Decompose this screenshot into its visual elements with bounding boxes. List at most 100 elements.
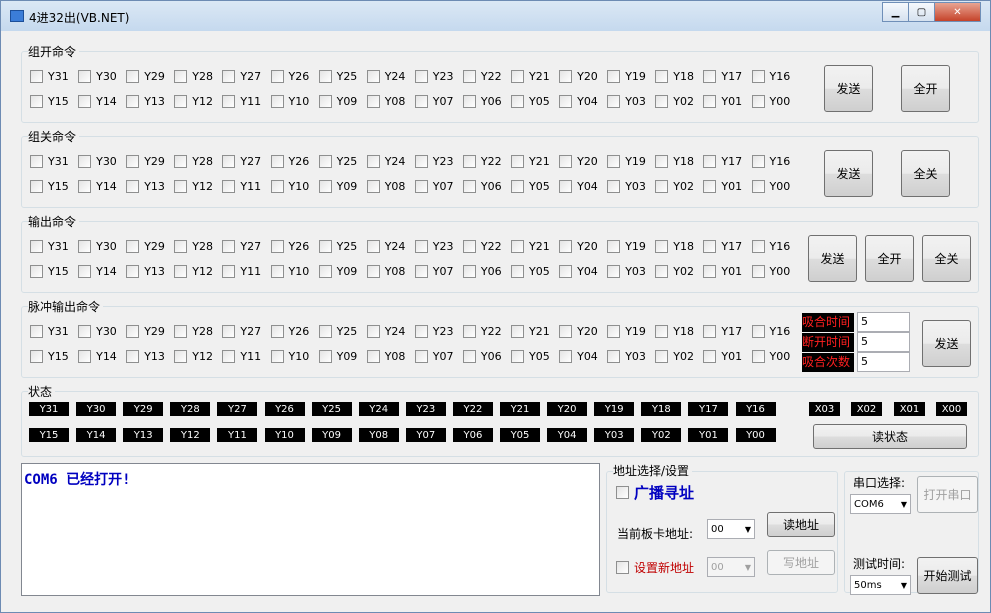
pulse-checkbox-y05[interactable]: Y05	[511, 349, 550, 363]
output-checkbox-y28[interactable]: Y28	[174, 239, 213, 253]
close-checkbox-y26[interactable]: Y26	[270, 154, 309, 168]
open-checkbox-y22[interactable]: Y22	[462, 69, 502, 83]
open-checkbox-y18[interactable]: Y18	[655, 69, 694, 83]
pulse-checkbox-y18[interactable]: Y18	[655, 324, 694, 338]
output-checkbox-y23[interactable]: Y23	[414, 239, 454, 253]
pulse-checkbox-y17[interactable]: Y17	[703, 324, 742, 338]
open-checkbox-y11[interactable]: Y11	[222, 94, 261, 108]
output-checkbox-y07[interactable]: Y07	[414, 264, 454, 278]
test-time-select[interactable]: 50ms ▼	[850, 575, 911, 595]
close-checkbox-y20[interactable]: Y20	[559, 154, 598, 168]
pulse-checkbox-y00[interactable]: Y00	[751, 349, 790, 363]
pulse-checkbox-y25[interactable]: Y25	[318, 324, 357, 338]
open-checkbox-y00[interactable]: Y00	[751, 94, 790, 108]
minimize-button[interactable]: ▁	[882, 2, 909, 22]
close-checkbox-y24[interactable]: Y24	[366, 154, 405, 168]
close-checkbox-y01[interactable]: Y01	[703, 179, 742, 193]
output-checkbox-y31[interactable]: Y31	[30, 239, 69, 253]
close-checkbox-y04[interactable]: Y04	[559, 179, 598, 193]
output-checkbox-y18[interactable]: Y18	[655, 239, 694, 253]
open-checkbox-y16[interactable]: Y16	[751, 69, 790, 83]
on-time-input[interactable]: 5	[857, 312, 910, 332]
output-checkbox-y15[interactable]: Y15	[30, 264, 69, 278]
pulse-checkbox-y12[interactable]: Y12	[174, 349, 213, 363]
pulse-checkbox-y10[interactable]: Y10	[270, 349, 309, 363]
open-checkbox-y08[interactable]: Y08	[366, 94, 405, 108]
close-checkbox-y31[interactable]: Y31	[30, 154, 69, 168]
output-checkbox-y14[interactable]: Y14	[78, 264, 117, 278]
pulse-checkbox-y13[interactable]: Y13	[126, 349, 165, 363]
open-checkbox-y23[interactable]: Y23	[414, 69, 454, 83]
open-checkbox-y28[interactable]: Y28	[174, 69, 213, 83]
maximize-button[interactable]: ▢	[908, 2, 935, 22]
start-test-button[interactable]: 开始测试	[917, 557, 978, 594]
serial-port-select[interactable]: COM6 ▼	[850, 494, 911, 514]
close-checkbox-y25[interactable]: Y25	[318, 154, 357, 168]
output-checkbox-y22[interactable]: Y22	[462, 239, 502, 253]
close-send-button[interactable]: 发送	[824, 150, 873, 197]
open-checkbox-y12[interactable]: Y12	[174, 94, 213, 108]
open-checkbox-y31[interactable]: Y31	[30, 69, 69, 83]
pulse-checkbox-y26[interactable]: Y26	[270, 324, 309, 338]
output-checkbox-y04[interactable]: Y04	[559, 264, 598, 278]
count-input[interactable]: 5	[857, 352, 910, 372]
output-checkbox-y19[interactable]: Y19	[607, 239, 646, 253]
pulse-checkbox-y30[interactable]: Y30	[78, 324, 117, 338]
close-checkbox-y30[interactable]: Y30	[78, 154, 117, 168]
close-checkbox-y16[interactable]: Y16	[751, 154, 790, 168]
pulse-checkbox-y09[interactable]: Y09	[318, 349, 357, 363]
open-checkbox-y09[interactable]: Y09	[318, 94, 357, 108]
open-checkbox-y26[interactable]: Y26	[270, 69, 309, 83]
pulse-checkbox-y22[interactable]: Y22	[462, 324, 502, 338]
open-checkbox-y02[interactable]: Y02	[655, 94, 694, 108]
output-all-off-button[interactable]: 全关	[922, 235, 971, 282]
open-checkbox-y10[interactable]: Y10	[270, 94, 309, 108]
close-checkbox-y21[interactable]: Y21	[511, 154, 550, 168]
pulse-checkbox-y11[interactable]: Y11	[222, 349, 261, 363]
output-checkbox-y05[interactable]: Y05	[511, 264, 550, 278]
close-checkbox-y29[interactable]: Y29	[126, 154, 165, 168]
output-checkbox-y24[interactable]: Y24	[366, 239, 405, 253]
open-checkbox-y13[interactable]: Y13	[126, 94, 165, 108]
output-checkbox-y02[interactable]: Y02	[655, 264, 694, 278]
close-checkbox-y05[interactable]: Y05	[511, 179, 550, 193]
pulse-checkbox-y07[interactable]: Y07	[414, 349, 454, 363]
close-checkbox-y07[interactable]: Y07	[414, 179, 454, 193]
open-checkbox-y30[interactable]: Y30	[78, 69, 117, 83]
pulse-checkbox-y03[interactable]: Y03	[607, 349, 646, 363]
pulse-checkbox-y16[interactable]: Y16	[751, 324, 790, 338]
close-checkbox-y06[interactable]: Y06	[462, 179, 502, 193]
open-checkbox-y19[interactable]: Y19	[607, 69, 646, 83]
output-checkbox-y01[interactable]: Y01	[703, 264, 742, 278]
close-checkbox-y17[interactable]: Y17	[703, 154, 742, 168]
open-checkbox-y01[interactable]: Y01	[703, 94, 742, 108]
open-checkbox-y17[interactable]: Y17	[703, 69, 742, 83]
open-checkbox-y21[interactable]: Y21	[511, 69, 550, 83]
open-checkbox-y03[interactable]: Y03	[607, 94, 646, 108]
close-checkbox-y13[interactable]: Y13	[126, 179, 165, 193]
output-checkbox-y08[interactable]: Y08	[366, 264, 405, 278]
output-checkbox-y20[interactable]: Y20	[559, 239, 598, 253]
close-button[interactable]: ✕	[934, 2, 981, 22]
close-all-button[interactable]: 全关	[901, 150, 950, 197]
open-checkbox-y14[interactable]: Y14	[78, 94, 117, 108]
output-checkbox-y17[interactable]: Y17	[703, 239, 742, 253]
close-checkbox-y14[interactable]: Y14	[78, 179, 117, 193]
output-checkbox-y25[interactable]: Y25	[318, 239, 357, 253]
close-checkbox-y09[interactable]: Y09	[318, 179, 357, 193]
pulse-checkbox-y15[interactable]: Y15	[30, 349, 69, 363]
close-checkbox-y28[interactable]: Y28	[174, 154, 213, 168]
open-checkbox-y24[interactable]: Y24	[366, 69, 405, 83]
new-address-select[interactable]: 00 ▼	[707, 557, 755, 577]
pulse-send-button[interactable]: 发送	[922, 320, 971, 367]
pulse-checkbox-y29[interactable]: Y29	[126, 324, 165, 338]
open-checkbox-y25[interactable]: Y25	[318, 69, 357, 83]
close-checkbox-y12[interactable]: Y12	[174, 179, 213, 193]
output-checkbox-y30[interactable]: Y30	[78, 239, 117, 253]
output-send-button[interactable]: 发送	[808, 235, 857, 282]
pulse-checkbox-y24[interactable]: Y24	[366, 324, 405, 338]
pulse-checkbox-y02[interactable]: Y02	[655, 349, 694, 363]
close-checkbox-y23[interactable]: Y23	[414, 154, 454, 168]
pulse-checkbox-y08[interactable]: Y08	[366, 349, 405, 363]
output-all-on-button[interactable]: 全开	[865, 235, 914, 282]
